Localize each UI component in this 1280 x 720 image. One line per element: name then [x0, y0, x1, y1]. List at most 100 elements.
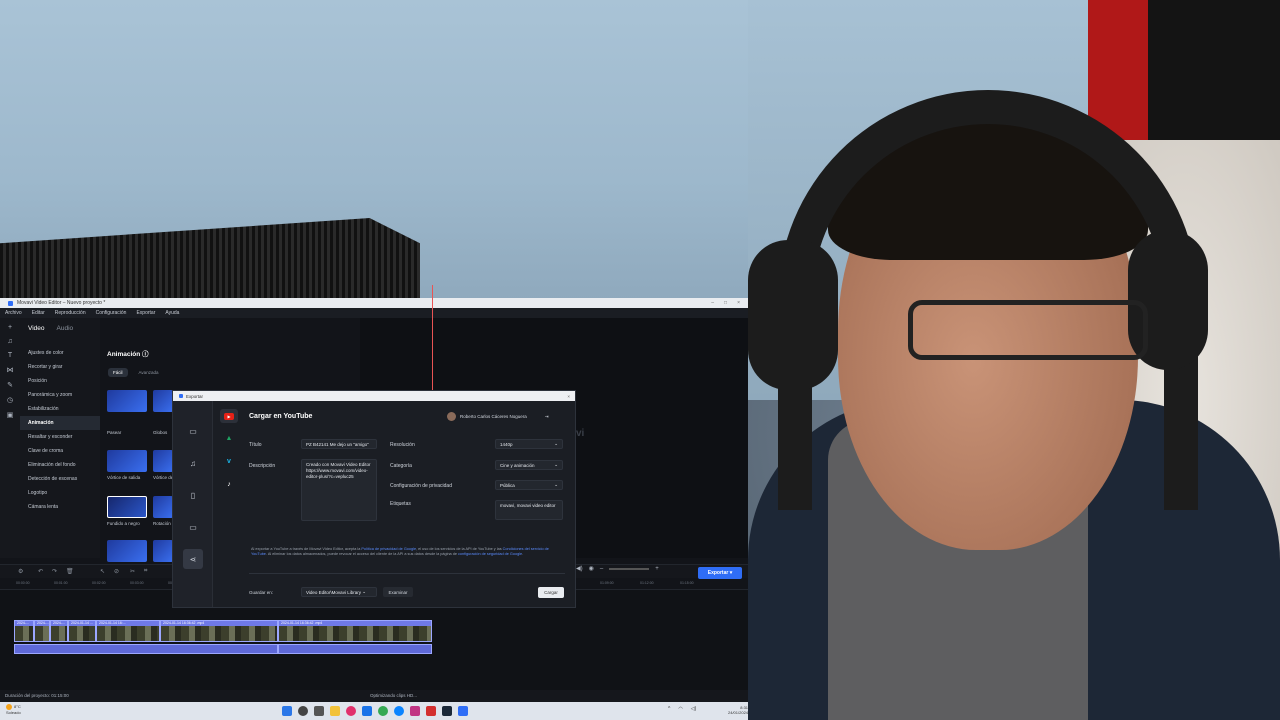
search-icon[interactable] [298, 706, 308, 716]
video-clip[interactable]: 2024-01-14 16:36:42 .mp4 [160, 620, 278, 642]
resolution-select[interactable]: 1440p ⌄ [495, 439, 563, 449]
privacy-select[interactable]: Pública ⌄ [495, 480, 563, 490]
video-clip[interactable]: 2024-01-14 ... [68, 620, 96, 642]
effect-thumb[interactable] [107, 450, 147, 472]
app-icon[interactable] [426, 706, 436, 716]
list-item[interactable]: Eliminación del fondo [20, 458, 100, 472]
redo-icon[interactable]: ↷ [52, 568, 57, 575]
audio-clip[interactable] [14, 644, 278, 654]
browse-button[interactable]: Examinar [383, 587, 413, 597]
video-file-icon[interactable]: ▭ [183, 421, 203, 441]
app-icon[interactable] [346, 706, 356, 716]
list-item[interactable]: Posición [20, 374, 100, 388]
tags-field[interactable]: movavi, movavi video editor [495, 500, 563, 520]
logout-icon[interactable]: ⇥ [545, 414, 549, 420]
audio-file-icon[interactable]: ♫ [183, 453, 203, 473]
category-select[interactable]: Cine y animación ⌄ [495, 460, 563, 470]
chrome-icon[interactable] [378, 706, 388, 716]
vimeo-icon[interactable]: v [220, 454, 238, 468]
transition-icon[interactable]: ⋈ [7, 366, 14, 374]
clock-icon[interactable]: ◷ [7, 396, 13, 404]
tab-audio[interactable]: Audio [57, 325, 74, 332]
menu-ayuda[interactable]: Ayuda [165, 310, 179, 316]
menu-configuracion[interactable]: Configuración [96, 310, 127, 316]
movavi-icon[interactable] [458, 706, 468, 716]
volume-icon[interactable]: ◁) [691, 706, 697, 712]
list-item[interactable]: Detección de escenas [20, 472, 100, 486]
effect-thumb[interactable] [153, 540, 173, 562]
close-icon[interactable]: × [567, 394, 575, 399]
steam-icon[interactable] [442, 706, 452, 716]
list-item[interactable]: Estabilización [20, 402, 100, 416]
list-item[interactable]: Logotipo [20, 486, 100, 500]
volume-icon[interactable]: ◀) [576, 565, 583, 572]
file-explorer-icon[interactable] [330, 706, 340, 716]
google-drive-icon[interactable]: ▲ [220, 431, 238, 445]
zoom-out-icon[interactable]: – [600, 566, 603, 572]
list-item[interactable]: Ajustes de color [20, 346, 100, 360]
crop-icon[interactable]: ⌗ [144, 568, 147, 575]
chevron-up-icon[interactable]: ^ [668, 706, 670, 712]
snapshot-icon[interactable]: ◉ [589, 565, 594, 572]
menu-reproduccion[interactable]: Reproducción [55, 310, 86, 316]
zoom-in-icon[interactable]: + [655, 566, 659, 572]
youtube-icon[interactable]: ▶ [220, 409, 238, 423]
tab-video[interactable]: Video [28, 325, 45, 332]
description-field[interactable]: Creado con Movavi Video Editor https://w… [301, 459, 377, 521]
maximize-icon[interactable]: □ [724, 300, 727, 306]
list-item-animacion[interactable]: Animación [20, 416, 100, 430]
effect-thumb[interactable] [153, 450, 173, 472]
task-view-icon[interactable] [314, 706, 324, 716]
save-location-select[interactable]: Video Editor\Movavi Library ⌄ [301, 587, 377, 597]
cut-icon[interactable]: ✂ [130, 568, 135, 575]
music-icon[interactable]: ♫ [7, 338, 12, 345]
close-icon[interactable]: × [737, 300, 740, 306]
effect-thumb-selected[interactable] [107, 496, 147, 518]
audio-clip[interactable] [278, 644, 432, 654]
google-security-link[interactable]: configuración de seguridad de Google [458, 552, 522, 556]
cursor-icon[interactable]: ↖ [100, 568, 105, 575]
share-icon[interactable]: ⋖ [183, 549, 203, 569]
menu-editar[interactable]: Editar [32, 310, 45, 316]
settings-icon[interactable]: ⚙ [18, 568, 23, 575]
wifi-icon[interactable]: ◠ [678, 706, 682, 712]
playhead[interactable] [432, 285, 433, 395]
mobile-icon[interactable]: ▯ [183, 485, 203, 505]
zoom-slider[interactable] [609, 567, 650, 570]
title-field[interactable]: PZ B42141 Me dejo un "amigo" [301, 439, 377, 449]
effect-thumb[interactable] [107, 540, 147, 562]
list-item[interactable]: Clave de croma [20, 444, 100, 458]
effect-thumb[interactable] [107, 390, 147, 412]
list-item[interactable]: Cámara lenta [20, 500, 100, 514]
more-tools-icon[interactable]: ▣ [7, 411, 14, 419]
list-item[interactable]: Resaltar y esconder [20, 430, 100, 444]
stabilize-icon[interactable]: ⊘ [114, 568, 119, 575]
video-clip[interactable]: 2024-... [14, 620, 34, 642]
list-item[interactable]: Recortar y girar [20, 360, 100, 374]
subtab-facil[interactable]: Fácil [108, 368, 128, 377]
list-item[interactable]: Panorámica y zoom [20, 388, 100, 402]
windows-start-icon[interactable] [282, 706, 292, 716]
menu-archivo[interactable]: Archivo [5, 310, 22, 316]
tiktok-icon[interactable]: ♪ [220, 477, 238, 491]
video-clip[interactable]: 2024-... [34, 620, 50, 642]
subtab-avanzada[interactable]: Avanzada [134, 368, 164, 377]
google-privacy-link[interactable]: Política de privacidad de Google [361, 547, 416, 551]
undo-icon[interactable]: ↶ [38, 568, 43, 575]
clock[interactable]: 8:31 24/01/2024 [728, 705, 748, 715]
video-clip[interactable]: 2024-... [50, 620, 68, 642]
app-icon[interactable] [362, 706, 372, 716]
menu-exportar[interactable]: Exportar [136, 310, 155, 316]
minimize-icon[interactable]: – [711, 300, 714, 306]
weather-widget[interactable]: 8°C Soleado [6, 704, 21, 715]
export-button[interactable]: Exportar ▾ [698, 567, 742, 579]
effect-thumb[interactable] [153, 496, 173, 518]
delete-icon[interactable]: 🗑 [66, 568, 74, 575]
add-icon[interactable]: + [8, 324, 12, 331]
video-clip[interactable]: 2024-01-14 16:... [96, 620, 160, 642]
upload-button[interactable]: Cargar [538, 587, 564, 598]
instagram-icon[interactable] [410, 706, 420, 716]
video-clip[interactable]: 2024-01-14 16:36:42 .mp4 [278, 620, 432, 642]
sticker-icon[interactable]: ✎ [7, 381, 13, 389]
info-icon[interactable]: ⓘ [142, 351, 149, 358]
